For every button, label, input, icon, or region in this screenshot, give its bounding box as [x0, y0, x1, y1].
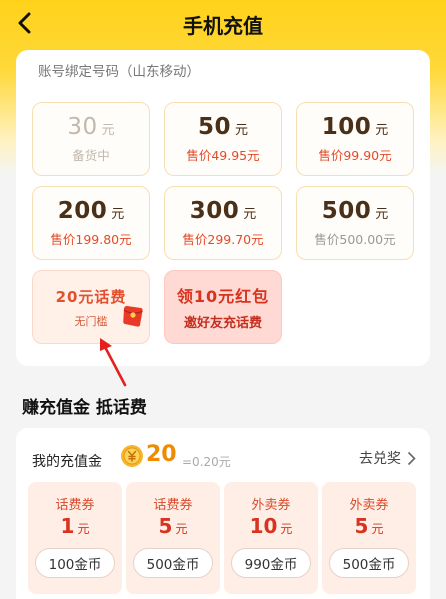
- amount-value: 50: [197, 114, 231, 140]
- amount-option-50[interactable]: 50 元 售价49.95元: [164, 102, 282, 176]
- amount-unit: 元: [235, 123, 249, 138]
- amount-option-500[interactable]: 500 元 售价500.00元: [296, 186, 414, 260]
- amount-unit: 元: [243, 207, 257, 222]
- section-title: 赚充值金 抵话费: [22, 398, 147, 418]
- coupon-amount: 5: [354, 514, 369, 538]
- amount-option-100[interactable]: 100 元 售价99.90元: [296, 102, 414, 176]
- coupon-amount: 10: [249, 514, 278, 538]
- coupon-type: 外卖券: [251, 498, 291, 513]
- exchange-button[interactable]: 500金币: [329, 548, 409, 578]
- coupon-type: 话费券: [55, 498, 95, 513]
- amount-unit: 元: [101, 123, 115, 138]
- coupon-amount: 1: [60, 514, 75, 538]
- gold-balance: 20: [146, 442, 177, 467]
- sale-price: 售价500.00元: [314, 232, 396, 247]
- gold-cash-value: =0.20元: [182, 455, 231, 469]
- my-gold-label: 我的充值金: [32, 454, 102, 470]
- exchange-button[interactable]: 100金币: [35, 548, 115, 578]
- coupon-unit: 元: [280, 522, 293, 536]
- recharge-card: 账号绑定号码（山东移动） 30 元 备货中 50 元 售价49.95元 100 …: [16, 50, 430, 366]
- coupon-amount: 5: [158, 514, 173, 538]
- amount-option-300[interactable]: 300 元 售价299.70元: [164, 186, 282, 260]
- coupon-unit: 元: [371, 522, 384, 536]
- sale-price: 售价99.90元: [318, 148, 392, 163]
- coupon-card: 外卖券 5 元 500金币: [322, 482, 416, 594]
- promo-title: 领10元红包: [176, 287, 270, 306]
- stock-status: 备货中: [72, 148, 110, 163]
- coupon-card: 话费券 1 元 100金币: [28, 482, 122, 594]
- promo-title: 20元话费: [55, 287, 127, 306]
- promo-subtitle: 邀好友充话费: [183, 316, 262, 331]
- app-header: 手机充值: [0, 0, 446, 48]
- amount-unit: 元: [111, 207, 125, 222]
- promo-subtitle: 无门槛: [74, 314, 108, 328]
- recharge-gold-card: 我的充值金 20 =0.20元 去兑奖 话费券 1 元 100金币 话费券 5 …: [16, 428, 430, 599]
- red-envelope-icon: [123, 306, 143, 327]
- coupon-unit: 元: [175, 522, 188, 536]
- amount-value: 500: [321, 198, 372, 224]
- amount-unit: 元: [375, 123, 389, 138]
- redeem-label: 去兑奖: [359, 451, 401, 467]
- chevron-left-icon: [18, 12, 31, 34]
- coupon-unit: 元: [77, 522, 90, 536]
- amount-value: 300: [189, 198, 240, 224]
- amount-value: 100: [321, 114, 372, 140]
- sale-price: 售价49.95元: [186, 148, 260, 163]
- coupon-type: 外卖券: [349, 498, 389, 513]
- exchange-button[interactable]: 500金币: [133, 548, 213, 578]
- sale-price: 售价199.80元: [50, 232, 132, 247]
- back-button[interactable]: [10, 8, 40, 38]
- amount-option-200[interactable]: 200 元 售价199.80元: [32, 186, 150, 260]
- amount-option-30[interactable]: 30 元 备货中: [32, 102, 150, 176]
- annotation-arrow-icon: [100, 338, 127, 387]
- redeem-link[interactable]: 去兑奖: [359, 448, 416, 468]
- exchange-button[interactable]: 990金币: [231, 548, 311, 578]
- promo-20-yuan-credit[interactable]: 20元话费 无门槛: [32, 270, 150, 344]
- sale-price: 售价299.70元: [182, 232, 264, 247]
- account-label: 账号绑定号码（山东移动）: [38, 64, 200, 80]
- coupon-type: 话费券: [153, 498, 193, 513]
- coupon-card: 外卖券 10 元 990金币: [224, 482, 318, 594]
- amount-value: 200: [57, 198, 108, 224]
- amount-value: 30: [67, 114, 98, 140]
- page-title: 手机充值: [183, 13, 263, 38]
- coupon-card: 话费券 5 元 500金币: [126, 482, 220, 594]
- chevron-right-icon: [407, 451, 416, 465]
- amount-unit: 元: [375, 207, 389, 222]
- yuan-coin-icon: [121, 445, 143, 467]
- promo-invite-red-packet[interactable]: 领10元红包 邀好友充话费: [164, 270, 282, 344]
